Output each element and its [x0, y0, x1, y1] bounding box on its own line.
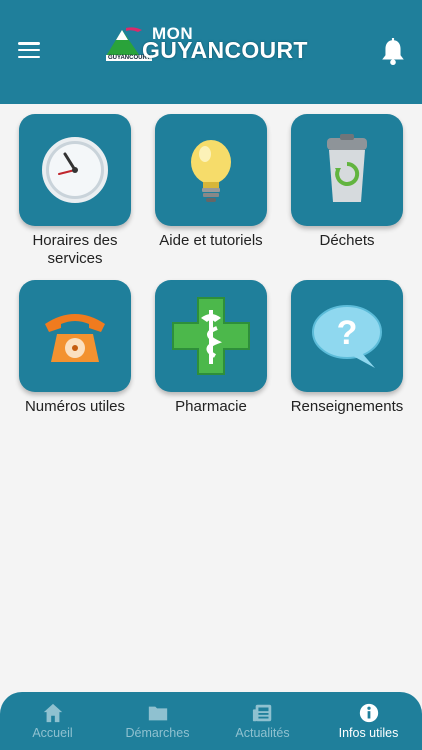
recycle-bin-icon — [327, 134, 367, 202]
tab-label: Infos utiles — [338, 726, 399, 740]
bell-icon[interactable] — [380, 38, 406, 66]
tile-card[interactable] — [291, 114, 403, 226]
tile-label: Déchets — [319, 232, 375, 249]
tile-card[interactable] — [19, 114, 131, 226]
app-logo: GUYANCOURT MON GUYANCOURT — [104, 24, 318, 66]
tile-card[interactable] — [155, 114, 267, 226]
logo-title: GUYANCOURT — [142, 37, 308, 63]
tile-aide[interactable]: Aide et tutoriels — [141, 114, 281, 250]
folder-icon — [148, 706, 167, 721]
tile-card[interactable] — [155, 280, 267, 392]
tab-label: Démarches — [125, 726, 190, 740]
lightbulb-icon — [191, 140, 231, 202]
tab-accueil[interactable]: Accueil — [0, 692, 105, 750]
hamburger-menu-icon[interactable] — [18, 42, 40, 60]
tile-label: Pharmacie — [175, 398, 247, 415]
info-icon — [359, 703, 378, 723]
tab-label: Actualités — [235, 726, 290, 740]
tab-label: Accueil — [32, 726, 73, 740]
tile-label: Renseignements — [290, 398, 404, 415]
tile-label: Aide et tutoriels — [159, 232, 263, 249]
pharmacy-cross-icon — [172, 297, 250, 375]
clock-icon — [42, 137, 108, 203]
home-icon — [43, 703, 62, 723]
bottom-tab-bar: Accueil Démarches Actualités Infos utile… — [0, 692, 422, 750]
tile-card[interactable] — [19, 280, 131, 392]
telephone-icon — [45, 314, 105, 362]
tile-renseignements[interactable]: ? Renseignements — [277, 280, 417, 416]
tile-card[interactable]: ? — [291, 280, 403, 392]
tile-dechets[interactable]: Déchets — [277, 114, 417, 250]
tile-pharmacie[interactable]: Pharmacie — [141, 280, 281, 416]
tile-numeros[interactable]: Numéros utiles — [5, 280, 145, 416]
question-bubble-icon: ? — [312, 305, 382, 368]
app-header: GUYANCOURT MON GUYANCOURT — [0, 0, 422, 104]
tile-label: Horaires des services — [32, 232, 118, 267]
newspaper-icon — [252, 704, 271, 722]
svg-text:?: ? — [337, 314, 358, 352]
tab-infos-utiles[interactable]: Infos utiles — [316, 692, 421, 750]
tab-demarches[interactable]: Démarches — [105, 692, 210, 750]
tab-actualites[interactable]: Actualités — [210, 692, 315, 750]
tile-label: Numéros utiles — [24, 398, 126, 415]
tile-horaires[interactable]: Horaires des services — [5, 114, 145, 268]
